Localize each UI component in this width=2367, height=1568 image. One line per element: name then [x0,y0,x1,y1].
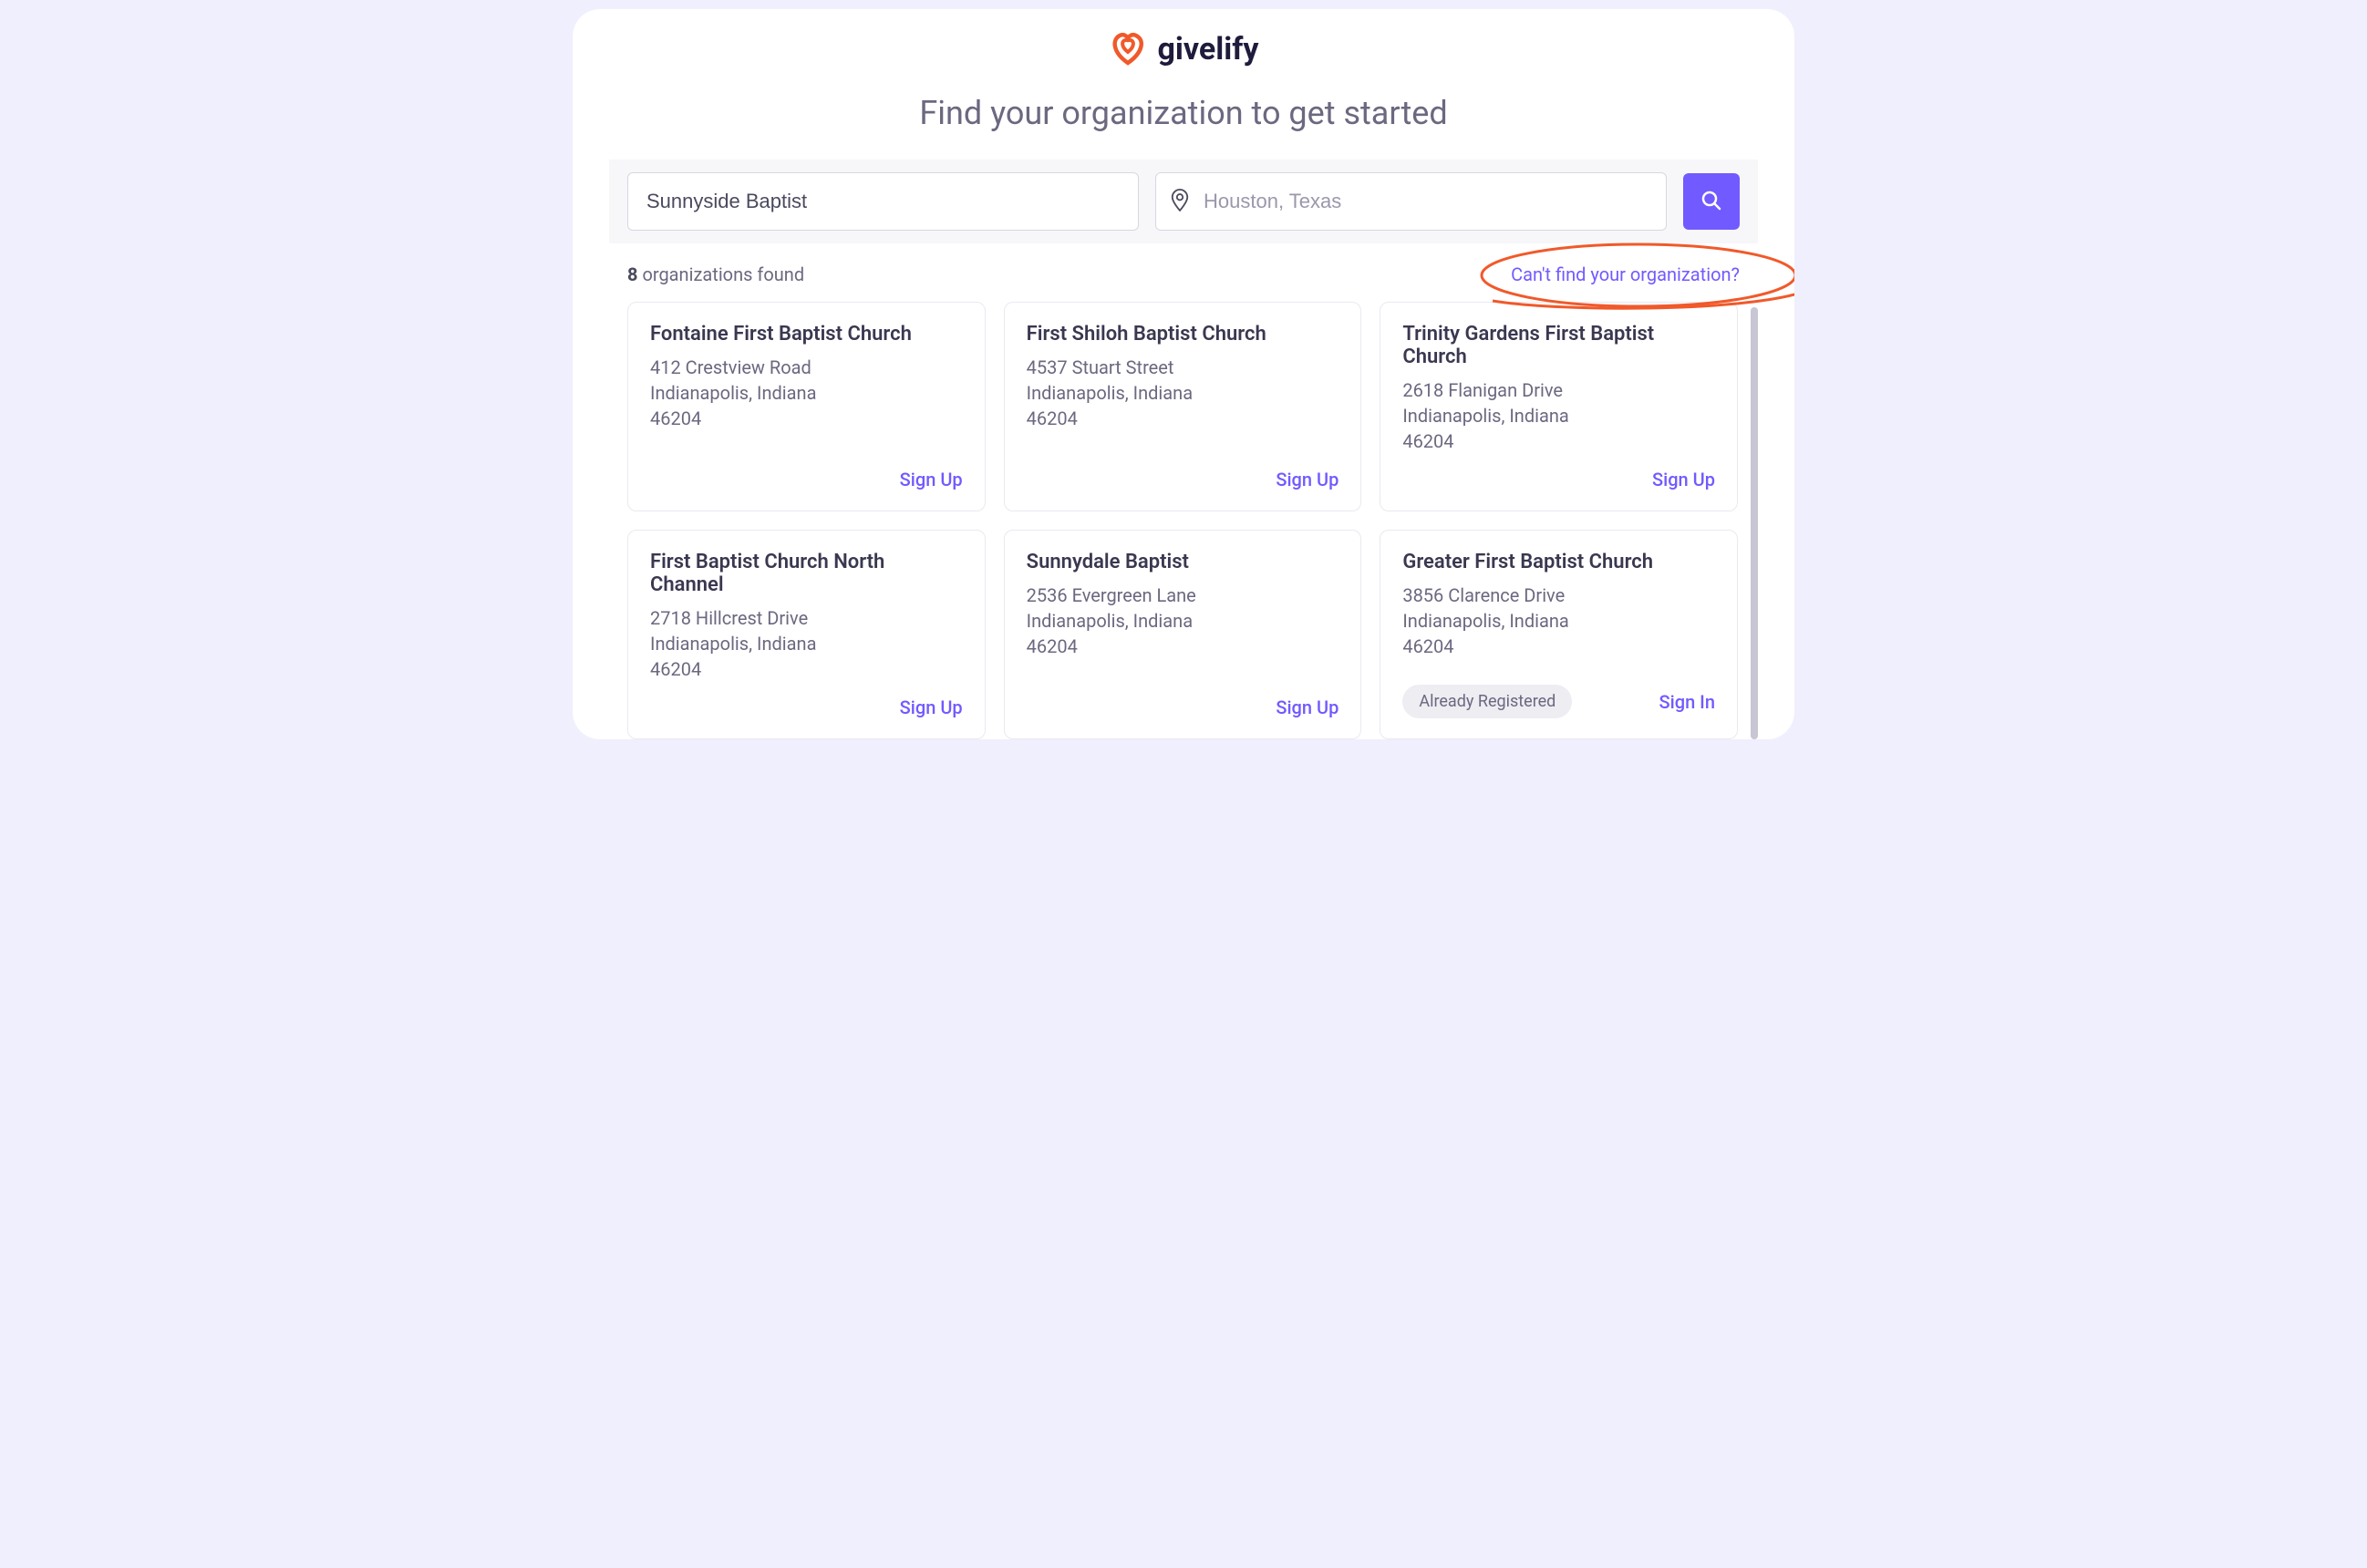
org-card[interactable]: First Shiloh Baptist Church 4537 Stuart S… [1004,302,1362,511]
results-header: 8 organizations found Can't find your or… [573,243,1794,302]
scrollbar[interactable] [1751,307,1758,739]
givelify-heart-icon [1108,27,1148,71]
org-name: First Shiloh Baptist Church [1027,323,1339,346]
sign-up-link[interactable]: Sign Up [900,696,963,718]
search-button[interactable] [1683,173,1740,230]
brand-logo: givelify [1108,27,1258,71]
sign-up-link[interactable]: Sign Up [900,469,963,490]
org-card-footer: Already Registered Sign In [1402,685,1715,718]
org-card[interactable]: Fontaine First Baptist Church 412 Crestvi… [627,302,986,511]
cant-find-link[interactable]: Can't find your organization? [1511,263,1740,285]
already-registered-badge: Already Registered [1402,685,1572,718]
results-area: Fontaine First Baptist Church 412 Crestvi… [573,302,1794,739]
results-grid: Fontaine First Baptist Church 412 Crestvi… [627,302,1738,739]
results-count-number: 8 [627,263,637,285]
location-field [1155,172,1667,231]
header: givelify Find your organization to get s… [573,27,1794,132]
page-title: Find your organization to get started [573,94,1794,132]
org-card[interactable]: Sunnydale Baptist 2536 Evergreen Lane Ind… [1004,530,1362,739]
org-address: 2618 Flanigan Drive Indianapolis, Indian… [1402,377,1715,454]
app-window: givelify Find your organization to get s… [573,9,1794,739]
org-card-footer: Sign Up [1402,469,1715,490]
org-card[interactable]: First Baptist Church North Channel 2718 H… [627,530,986,739]
location-input[interactable] [1155,172,1667,231]
sign-up-link[interactable]: Sign Up [1276,469,1339,490]
org-card-footer: Sign Up [650,469,963,490]
cant-find-wrapper: Can't find your organization? [1511,263,1740,285]
org-card-footer: Sign Up [650,696,963,718]
org-name: First Baptist Church North Channel [650,551,963,596]
brand-name: givelify [1157,31,1258,67]
org-address: 412 Crestview Road Indianapolis, Indiana… [650,355,963,431]
org-search-input[interactable] [627,172,1139,231]
org-address: 2718 Hillcrest Drive Indianapolis, India… [650,605,963,682]
sign-up-link[interactable]: Sign Up [1276,696,1339,718]
org-name: Sunnydale Baptist [1027,551,1339,573]
org-search-field [627,172,1139,231]
results-count: 8 organizations found [627,263,804,285]
org-card-footer: Sign Up [1027,469,1339,490]
location-pin-icon [1170,188,1190,215]
org-card-footer: Sign Up [1027,696,1339,718]
org-card[interactable]: Trinity Gardens First Baptist Church 2618… [1380,302,1738,511]
sign-in-link[interactable]: Sign In [1659,691,1715,713]
org-address: 3856 Clarence Drive Indianapolis, Indian… [1402,583,1715,659]
org-name: Greater First Baptist Church [1402,551,1715,573]
sign-up-link[interactable]: Sign Up [1652,469,1715,490]
org-card[interactable]: Greater First Baptist Church 3856 Clarenc… [1380,530,1738,739]
org-address: 4537 Stuart Street Indianapolis, Indiana… [1027,355,1339,431]
org-name: Fontaine First Baptist Church [650,323,963,346]
org-address: 2536 Evergreen Lane Indianapolis, Indian… [1027,583,1339,659]
search-icon [1700,190,1722,214]
search-bar [609,160,1758,243]
org-name: Trinity Gardens First Baptist Church [1402,323,1715,368]
results-count-suffix: organizations found [642,263,804,285]
